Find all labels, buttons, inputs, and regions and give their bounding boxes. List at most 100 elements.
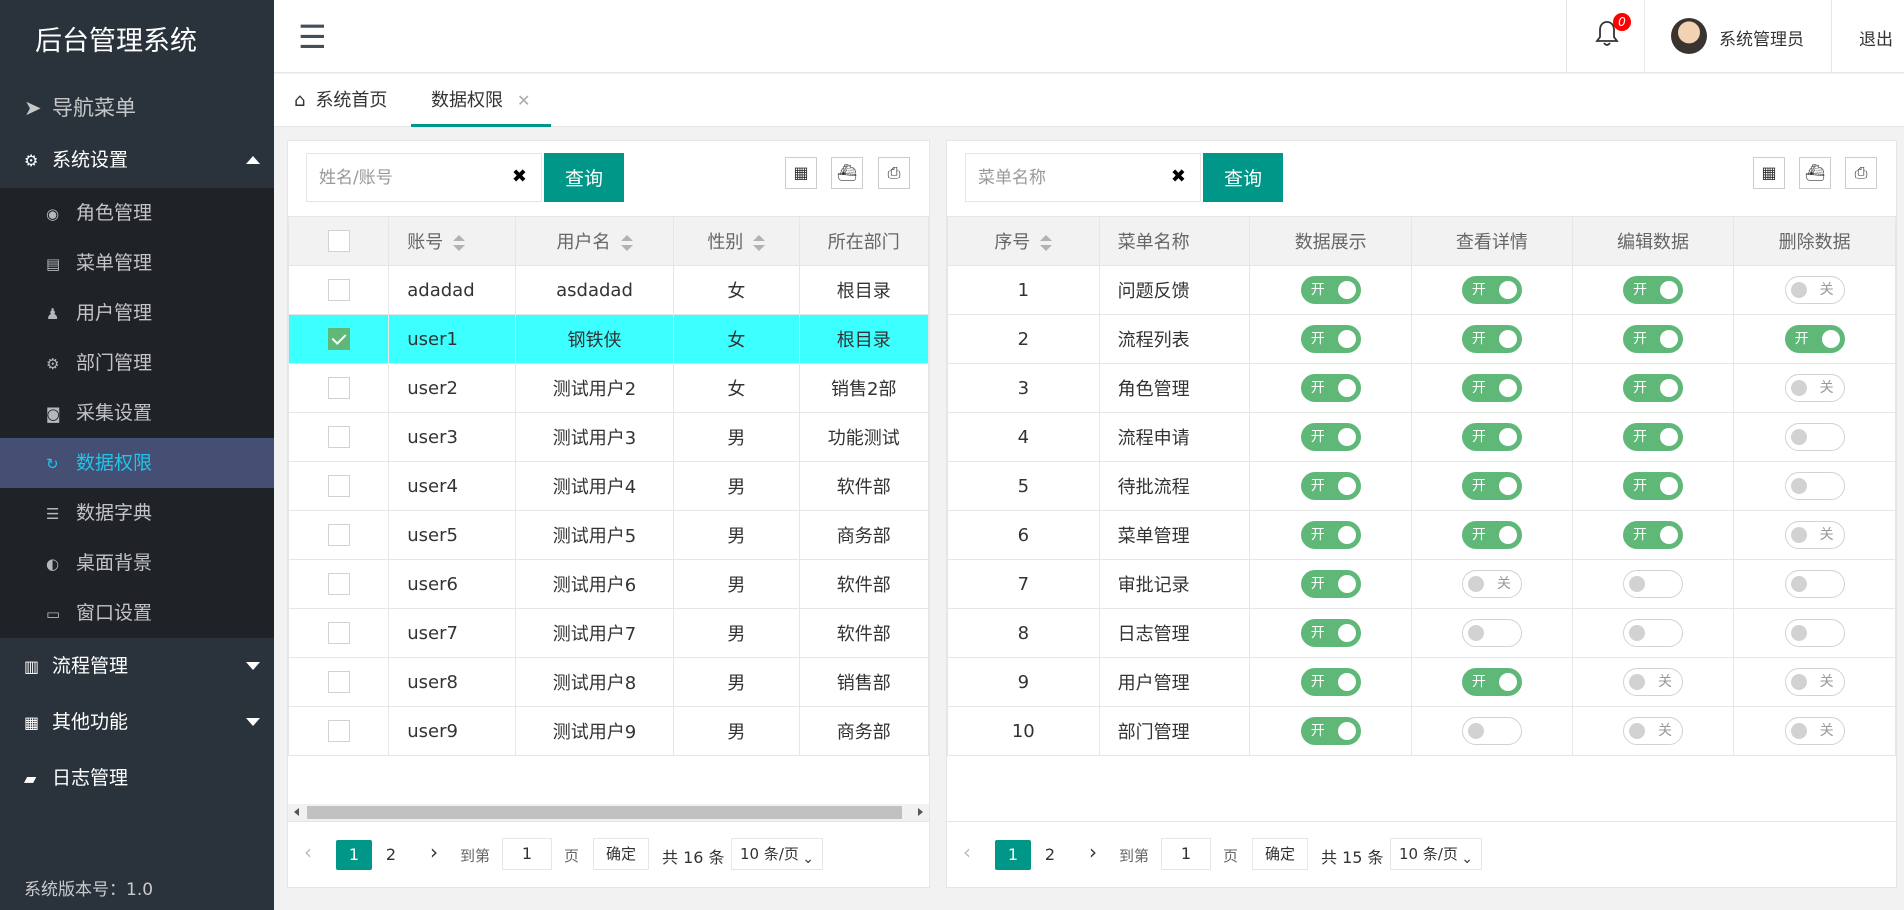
print-icon[interactable]: ⎙ [1845,157,1877,189]
goto-confirm-button[interactable]: 确定 [1252,838,1308,870]
select-all-checkbox[interactable] [327,230,350,252]
row-checkbox[interactable] [327,622,350,644]
edit-switch[interactable] [1622,619,1683,647]
sort-icon[interactable] [453,235,466,251]
menus-search-input[interactable] [966,154,1156,201]
sidebar-item-collection[interactable]: ◙ 采集设置 [0,388,274,438]
show-switch[interactable]: 开 [1300,668,1361,696]
users-search-input[interactable] [307,154,497,201]
sidebar-item-dictionary[interactable]: ☰ 数据字典 [0,488,274,538]
row-checkbox[interactable] [327,475,350,497]
table-row[interactable]: user6 测试用户6 男软件部 [287,559,929,609]
edit-switch[interactable]: 关 [1622,717,1683,745]
edit-switch[interactable]: 开 [1622,325,1683,353]
users-query-button[interactable]: 查询 [544,153,624,202]
row-checkbox[interactable] [327,524,350,546]
prev-page-icon[interactable]: ‹ [963,840,971,864]
edit-switch[interactable]: 开 [1622,423,1683,451]
edit-switch[interactable]: 开 [1622,521,1683,549]
logout-link[interactable]: 退出 [1859,25,1893,50]
view-switch[interactable]: 开 [1461,472,1522,500]
goto-page-input[interactable]: 1 [502,838,552,870]
print-icon[interactable]: ⎙ [878,157,910,189]
columns-filter-icon[interactable]: ▦ [785,157,817,189]
user-menu[interactable]: 系统管理员 [1644,0,1832,73]
page-size-select[interactable]: 10 条/页 ⌄ [731,838,823,870]
next-page-icon[interactable]: › [430,840,438,864]
sidebar-item-data-permission[interactable]: ↻ 数据权限 [0,438,274,488]
export-icon[interactable]: ⛴ [1799,157,1831,189]
nav-group-logs[interactable]: ▰ 日志管理 [0,750,274,806]
column-header-no[interactable]: 序号 [947,216,1100,266]
table-row[interactable]: user5 测试用户5 男商务部 [287,510,929,560]
delete-switch[interactable] [1784,619,1845,647]
tab-data-permission[interactable]: 数据权限 ✕ [411,74,551,127]
row-checkbox[interactable] [327,573,350,595]
show-switch[interactable]: 开 [1300,717,1361,745]
show-switch[interactable]: 开 [1300,423,1361,451]
table-row[interactable]: user4 测试用户4 男软件部 [287,461,929,511]
show-switch[interactable]: 开 [1300,619,1361,647]
page-1[interactable]: 1 [995,840,1031,870]
edit-switch[interactable]: 开 [1622,374,1683,402]
edit-switch[interactable]: 开 [1622,472,1683,500]
menu-toggle-icon[interactable]: ☰ [298,18,327,56]
view-switch[interactable]: 开 [1461,325,1522,353]
sidebar-item-window[interactable]: ▭ 窗口设置 [0,588,274,638]
sidebar-item-menus[interactable]: ▤ 菜单管理 [0,238,274,288]
view-switch[interactable] [1461,619,1522,647]
sort-icon[interactable] [1040,235,1053,251]
next-page-icon[interactable]: › [1089,840,1097,864]
row-checkbox[interactable] [327,720,350,742]
delete-switch[interactable]: 关 [1784,668,1845,696]
page-1[interactable]: 1 [336,840,372,870]
view-switch[interactable]: 开 [1461,276,1522,304]
scroll-left-icon[interactable] [294,808,299,816]
edit-switch[interactable] [1622,570,1683,598]
row-checkbox[interactable] [327,426,350,448]
delete-switch[interactable] [1784,472,1845,500]
view-switch[interactable]: 开 [1461,423,1522,451]
sort-icon[interactable] [753,235,766,251]
view-switch[interactable]: 开 [1461,521,1522,549]
show-switch[interactable]: 开 [1300,325,1361,353]
scrollbar-thumb[interactable] [307,806,902,819]
page-size-select[interactable]: 10 条/页 ⌄ [1390,838,1482,870]
notifications[interactable]: 0 [1566,0,1644,73]
delete-switch[interactable]: 关 [1784,521,1845,549]
table-row[interactable]: user7 测试用户7 男软件部 [287,608,929,658]
table-row[interactable]: user3 测试用户3 男功能测试 [287,412,929,462]
table-row[interactable]: adadad asdadad 女根目录 [287,265,929,315]
view-switch[interactable]: 开 [1461,374,1522,402]
show-switch[interactable]: 开 [1300,472,1361,500]
table-row[interactable]: user8 测试用户8 男销售部 [287,657,929,707]
columns-filter-icon[interactable]: ▦ [1753,157,1785,189]
sidebar-item-roles[interactable]: ◉ 角色管理 [0,188,274,238]
edit-switch[interactable]: 关 [1622,668,1683,696]
scroll-right-icon[interactable] [918,808,923,816]
delete-switch[interactable] [1784,570,1845,598]
close-icon[interactable]: ✕ [517,91,530,110]
table-row[interactable]: user2 测试用户2 女销售2部 [287,363,929,413]
column-header-account[interactable]: 账号 [388,216,516,266]
tab-home[interactable]: ⌂ 系统首页 [294,74,387,127]
delete-switch[interactable]: 开 [1784,325,1845,353]
menus-query-button[interactable]: 查询 [1203,153,1283,202]
prev-page-icon[interactable]: ‹ [304,840,312,864]
row-checkbox[interactable] [327,328,350,350]
column-header-username[interactable]: 用户名 [514,216,675,266]
nav-group-other[interactable]: ▦ 其他功能 [0,694,274,750]
view-switch[interactable] [1461,717,1522,745]
goto-confirm-button[interactable]: 确定 [593,838,649,870]
view-switch[interactable]: 关 [1461,570,1522,598]
edit-switch[interactable]: 开 [1622,276,1683,304]
view-switch[interactable]: 开 [1461,668,1522,696]
sidebar-item-users[interactable]: ♟ 用户管理 [0,288,274,338]
nav-group-workflow[interactable]: ▥ 流程管理 [0,638,274,694]
table-row[interactable]: user9 测试用户9 男商务部 [287,706,929,756]
sidebar-item-desktop-bg[interactable]: ◐ 桌面背景 [0,538,274,588]
nav-group-system-settings[interactable]: ⚙ 系统设置 [0,132,274,188]
clear-icon[interactable]: ✖ [1171,166,1186,187]
row-checkbox[interactable] [327,279,350,301]
horizontal-scrollbar[interactable] [288,804,929,821]
